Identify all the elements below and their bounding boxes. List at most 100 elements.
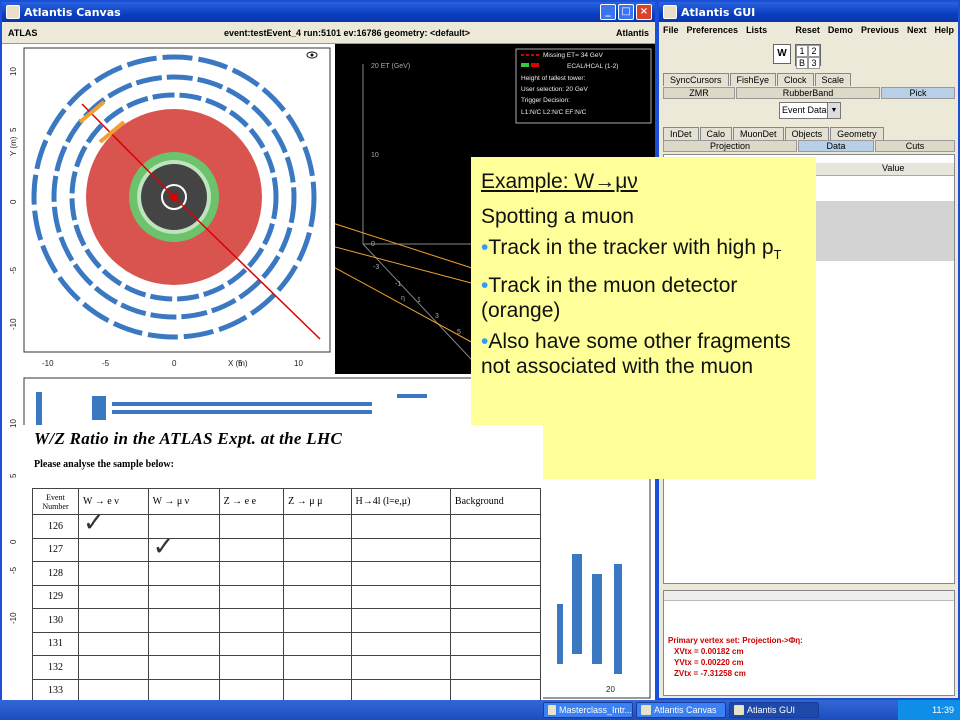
tally-cell[interactable] xyxy=(147,655,220,680)
canvas-titlebar[interactable]: Atlantis Canvas _ □ × xyxy=(2,2,655,22)
tab-fisheye[interactable]: FishEye xyxy=(729,73,777,86)
tally-cell[interactable] xyxy=(147,631,220,656)
app-icon xyxy=(663,5,677,19)
callout-bullet: •Track in the tracker with high pT xyxy=(481,236,782,263)
window-grid[interactable]: 1 2 B 3 xyxy=(795,44,821,69)
tab-projection[interactable]: Projection xyxy=(663,140,797,152)
grid-button-3[interactable]: 3 xyxy=(808,57,820,69)
tally-cell[interactable] xyxy=(449,561,542,586)
taskbar-item-masterclass[interactable]: Masterclass_Intr... xyxy=(543,702,633,718)
menu-help[interactable]: Help xyxy=(934,25,954,35)
yx-projection-view[interactable]: 10 5 0 -5 -10 Y (m) -10 -5 0 5 10 X (m) xyxy=(2,44,335,374)
worksheet-title: W/Z Ratio in the ATLAS Expt. at the LHC xyxy=(34,429,343,448)
event-number: 131 xyxy=(32,631,79,656)
tab-indet[interactable]: InDet xyxy=(663,127,699,140)
tally-cell[interactable] xyxy=(350,655,451,680)
tally-cell[interactable] xyxy=(218,608,285,633)
tally-cell[interactable] xyxy=(283,514,352,539)
tally-cell[interactable] xyxy=(78,655,149,680)
tally-cell[interactable] xyxy=(78,631,149,656)
grid-button-2[interactable]: 2 xyxy=(808,45,820,57)
clock[interactable]: 11:39 xyxy=(932,705,954,715)
tally-cell[interactable] xyxy=(283,608,352,633)
tally-cell[interactable] xyxy=(350,561,451,586)
tally-cell[interactable] xyxy=(449,655,542,680)
output-line: YVtx = 0.00220 cm xyxy=(674,658,744,667)
event-info-bar: ATLAS event:testEvent_4 run:5101 ev:1678… xyxy=(2,22,655,44)
maximize-button[interactable]: □ xyxy=(618,4,634,20)
tally-cell[interactable] xyxy=(147,561,220,586)
tally-cell[interactable] xyxy=(283,561,352,586)
menu-previous[interactable]: Previous xyxy=(861,25,899,35)
tally-cell[interactable] xyxy=(350,537,451,562)
tally-cell[interactable] xyxy=(449,514,542,539)
tally-cell[interactable] xyxy=(350,631,451,656)
close-button[interactable]: × xyxy=(636,4,652,20)
tally-cell[interactable] xyxy=(218,584,285,609)
menu-preferences[interactable]: Preferences xyxy=(687,25,739,35)
tally-cell[interactable] xyxy=(283,631,352,656)
y-tick: 5 xyxy=(9,127,18,132)
tally-cell[interactable] xyxy=(218,514,285,539)
output-scrollbar[interactable] xyxy=(664,591,954,601)
tab-rubberband[interactable]: RubberBand xyxy=(736,87,880,99)
tally-cell[interactable] xyxy=(449,584,542,609)
tally-cell[interactable] xyxy=(449,537,542,562)
menu-file[interactable]: File xyxy=(663,25,679,35)
tally-cell[interactable] xyxy=(218,678,285,703)
grid-button-1[interactable]: 1 xyxy=(796,45,808,57)
tab-muondet[interactable]: MuonDet xyxy=(733,127,784,140)
tab-calo[interactable]: Calo xyxy=(699,127,733,140)
tab-data[interactable]: Data xyxy=(798,140,874,152)
tally-cell[interactable] xyxy=(78,608,149,633)
w-button[interactable]: W xyxy=(773,44,791,64)
tally-cell[interactable] xyxy=(218,631,285,656)
dropdown-value: Event Data xyxy=(782,105,827,115)
tab-cuts[interactable]: Cuts xyxy=(875,140,955,152)
tab-geometry[interactable]: Geometry xyxy=(830,127,884,140)
tally-cell[interactable]: ✓ xyxy=(78,510,149,539)
tab-clock[interactable]: Clock xyxy=(777,73,814,86)
tab-synccursors[interactable]: SyncCursors xyxy=(663,73,729,86)
tally-cell[interactable] xyxy=(218,537,285,562)
value-column-header[interactable]: Value xyxy=(882,163,904,173)
minimize-button[interactable]: _ xyxy=(600,4,616,20)
y-tick: 10 xyxy=(9,67,18,76)
tab-pick[interactable]: Pick xyxy=(881,87,955,99)
tab-objects[interactable]: Objects xyxy=(784,127,830,140)
tally-cell[interactable] xyxy=(78,678,149,703)
tally-cell[interactable] xyxy=(283,584,352,609)
tally-cell[interactable] xyxy=(147,678,220,703)
event-data-dropdown[interactable]: Event Data ▼ xyxy=(779,102,841,119)
tab-zmr[interactable]: ZMR xyxy=(663,87,735,99)
tally-cell[interactable] xyxy=(350,678,451,703)
tally-cell[interactable] xyxy=(78,537,149,562)
atlantis-label: Atlantis xyxy=(615,27,649,38)
tally-cell[interactable] xyxy=(78,561,149,586)
tally-cell[interactable] xyxy=(449,608,542,633)
menu-reset[interactable]: Reset xyxy=(795,25,820,35)
menu-next[interactable]: Next xyxy=(907,25,927,35)
tally-cell[interactable] xyxy=(449,678,542,703)
tally-cell[interactable] xyxy=(147,608,220,633)
tally-cell[interactable]: ✓ xyxy=(147,533,220,562)
tally-cell[interactable] xyxy=(283,655,352,680)
tally-cell[interactable] xyxy=(350,514,451,539)
eta-tick: -3 xyxy=(373,264,379,271)
tally-cell[interactable] xyxy=(283,537,352,562)
grid-button-b[interactable]: B xyxy=(796,57,808,69)
tab-scale[interactable]: Scale xyxy=(814,73,852,86)
menu-demo[interactable]: Demo xyxy=(828,25,853,35)
tally-cell[interactable] xyxy=(449,631,542,656)
taskbar-item-canvas[interactable]: Atlantis Canvas xyxy=(636,702,726,718)
tally-cell[interactable] xyxy=(350,584,451,609)
tally-cell[interactable] xyxy=(283,678,352,703)
tally-cell[interactable] xyxy=(218,561,285,586)
menu-lists[interactable]: Lists xyxy=(746,25,767,35)
tally-cell[interactable] xyxy=(218,655,285,680)
taskbar-item-gui[interactable]: Atlantis GUI xyxy=(729,702,819,718)
gui-titlebar[interactable]: Atlantis GUI xyxy=(659,2,958,22)
tally-cell[interactable] xyxy=(350,608,451,633)
tally-cell[interactable] xyxy=(147,584,220,609)
tally-cell[interactable] xyxy=(78,584,149,609)
